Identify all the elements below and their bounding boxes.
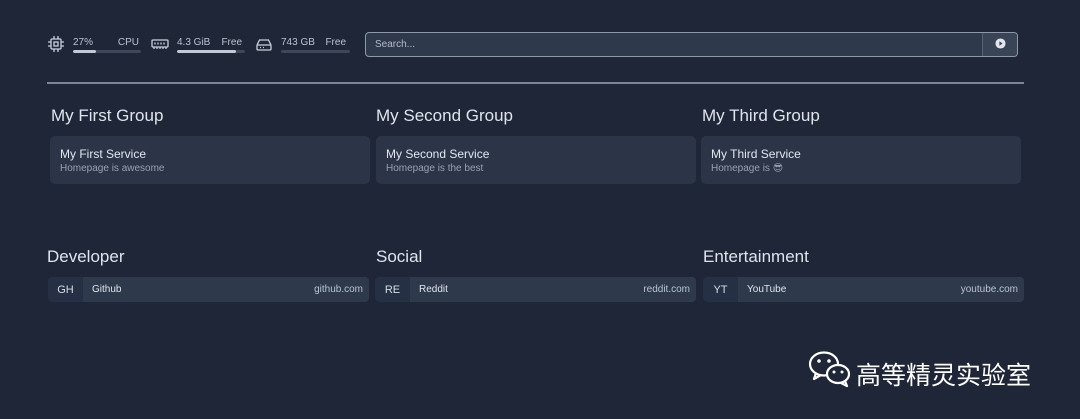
bookmark-group-title-entertainment: Entertainment bbox=[703, 247, 809, 266]
memory-icon bbox=[151, 35, 169, 53]
group-title-first: My First Group bbox=[51, 106, 164, 125]
service-name: My Third Service bbox=[711, 147, 801, 161]
bookmark-abbreviation: RE bbox=[375, 277, 410, 302]
bookmark-name: Reddit bbox=[419, 284, 448, 295]
service-description: Homepage is awesome bbox=[60, 163, 165, 174]
watermark-text: 高等精灵实验室 bbox=[856, 361, 1032, 390]
cpu-usage-bar bbox=[73, 50, 141, 53]
bookmark-name: Github bbox=[92, 284, 122, 295]
play-circle-icon bbox=[994, 36, 1006, 54]
bookmark-url: youtube.com bbox=[960, 284, 1018, 295]
service-card-second[interactable]: My Second Service Homepage is the best bbox=[376, 136, 696, 184]
disk-widget: 743 GB Free bbox=[255, 34, 350, 56]
memory-widget: 4.3 GiB Free bbox=[151, 34, 245, 56]
search-submit-button[interactable] bbox=[982, 33, 1017, 56]
wechat-icon bbox=[808, 351, 851, 388]
cpu-widget: 27% CPU bbox=[47, 34, 142, 56]
disk-icon bbox=[255, 35, 273, 53]
group-title-third: My Third Group bbox=[702, 106, 820, 125]
bookmark-body: Reddit reddit.com bbox=[410, 277, 696, 302]
cpu-icon bbox=[47, 35, 65, 53]
bookmark-abbreviation: GH bbox=[48, 277, 83, 302]
bookmark-abbreviation: YT bbox=[703, 277, 738, 302]
memory-usage-bar bbox=[177, 50, 245, 53]
memory-usage-fill bbox=[177, 50, 237, 53]
bookmark-url: github.com bbox=[314, 284, 363, 295]
bookmark-body: Github github.com bbox=[83, 277, 369, 302]
search-box bbox=[365, 32, 1018, 57]
bookmark-youtube[interactable]: YT YouTube youtube.com bbox=[703, 277, 1024, 302]
bookmark-github[interactable]: GH Github github.com bbox=[48, 277, 369, 302]
disk-label: Free bbox=[325, 37, 346, 48]
search-input[interactable] bbox=[366, 33, 981, 56]
service-description: Homepage is 😎 bbox=[711, 163, 784, 174]
service-card-third[interactable]: My Third Service Homepage is 😎 bbox=[701, 136, 1021, 184]
service-name: My First Service bbox=[60, 147, 147, 161]
service-name: My Second Service bbox=[386, 147, 490, 161]
service-card-first[interactable]: My First Service Homepage is awesome bbox=[50, 136, 370, 184]
group-title-second: My Second Group bbox=[376, 106, 514, 125]
bookmark-body: YouTube youtube.com bbox=[738, 277, 1024, 302]
cpu-usage-value: 27% bbox=[73, 37, 94, 48]
header-divider bbox=[47, 82, 1024, 84]
homepage-dashboard: 27% CPU 4.3 GiB Free 743 GB Free Search.… bbox=[0, 0, 1080, 419]
service-description: Homepage is the best bbox=[386, 163, 484, 174]
bookmark-name: YouTube bbox=[747, 284, 787, 295]
disk-usage-bar bbox=[281, 50, 350, 53]
cpu-usage-fill bbox=[73, 50, 97, 53]
bookmark-reddit[interactable]: RE Reddit reddit.com bbox=[375, 277, 696, 302]
bookmark-url: reddit.com bbox=[643, 284, 690, 295]
disk-free-value: 743 GB bbox=[281, 37, 315, 48]
bookmark-group-title-social: Social bbox=[376, 247, 423, 266]
memory-label: Free bbox=[221, 37, 242, 48]
memory-free-value: 4.3 GiB bbox=[177, 37, 211, 48]
cpu-label: CPU bbox=[117, 37, 139, 48]
bookmark-group-title-developer: Developer bbox=[47, 247, 125, 266]
